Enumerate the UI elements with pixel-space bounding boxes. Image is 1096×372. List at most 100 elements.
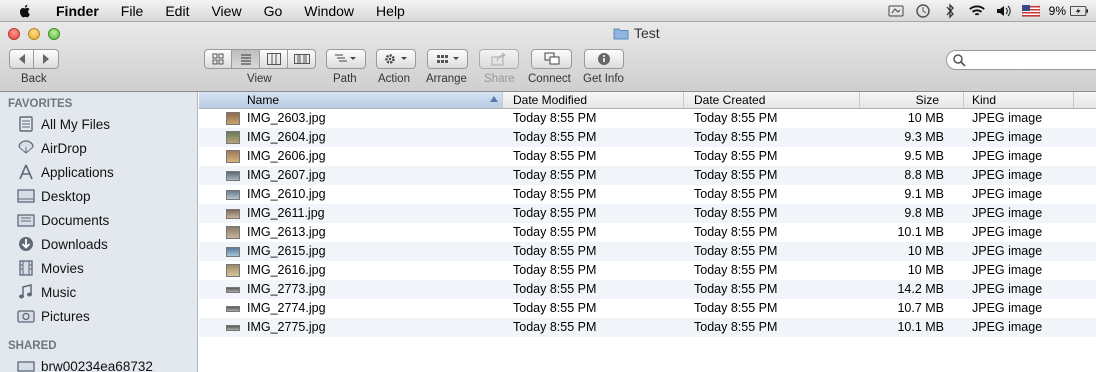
zoom-window-button[interactable] — [48, 28, 60, 40]
file-row[interactable]: IMG_2773.jpg Today 8:55 PM Today 8:55 PM… — [199, 280, 1096, 299]
sidebar-item-music[interactable]: Music — [0, 280, 197, 304]
file-row[interactable]: IMG_2615.jpg Today 8:55 PM Today 8:55 PM… — [199, 242, 1096, 261]
menu-help[interactable]: Help — [365, 0, 416, 22]
file-size: 10 MB — [907, 244, 944, 258]
search-field[interactable] — [946, 50, 1096, 70]
file-size: 10.7 MB — [897, 301, 944, 315]
column-view-button[interactable] — [260, 49, 288, 69]
apple-menu-icon[interactable] — [17, 3, 33, 19]
file-row[interactable]: IMG_2606.jpg Today 8:55 PM Today 8:55 PM… — [199, 147, 1096, 166]
menu-edit[interactable]: Edit — [154, 0, 200, 22]
window-title-text: Test — [634, 25, 660, 41]
sort-ascending-icon — [490, 96, 498, 102]
connect-label: Connect — [528, 73, 571, 85]
column-header-date-created[interactable]: Date Created — [684, 92, 860, 108]
menu-go[interactable]: Go — [253, 0, 294, 22]
path-button[interactable] — [326, 49, 366, 69]
jpeg-file-icon — [226, 287, 240, 293]
file-row[interactable]: IMG_2613.jpg Today 8:55 PM Today 8:55 PM… — [199, 223, 1096, 242]
menu-view[interactable]: View — [200, 0, 252, 22]
file-size: 10 MB — [907, 111, 944, 125]
sidebar-item-applications[interactable]: Applications — [0, 160, 197, 184]
file-row[interactable]: IMG_2610.jpg Today 8:55 PM Today 8:55 PM… — [199, 185, 1096, 204]
file-kind: JPEG image — [972, 206, 1043, 220]
file-date-created: Today 8:55 PM — [694, 282, 778, 296]
sidebar-item-pictures[interactable]: Pictures — [0, 304, 197, 328]
action-button[interactable] — [376, 49, 416, 69]
file-name: IMG_2604.jpg — [247, 130, 326, 144]
close-window-button[interactable] — [8, 28, 20, 40]
file-date-modified: Today 8:55 PM — [513, 187, 597, 201]
get-info-button[interactable] — [584, 49, 624, 69]
sidebar-item-shared-printer[interactable]: brw00234ea68732 — [0, 354, 197, 372]
file-row[interactable]: IMG_2607.jpg Today 8:55 PM Today 8:55 PM… — [199, 166, 1096, 185]
menu-app-finder[interactable]: Finder — [45, 0, 110, 22]
file-name: IMG_2774.jpg — [247, 301, 326, 315]
sidebar-item-movies[interactable]: Movies — [0, 256, 197, 280]
path-group — [326, 49, 366, 69]
volume-icon[interactable] — [995, 3, 1013, 19]
window-toolbar: Test Back View Path Action Arrange Share — [0, 22, 1096, 92]
view-label: View — [247, 73, 272, 85]
column-header-date-modified[interactable]: Date Modified — [503, 92, 684, 108]
file-row[interactable]: IMG_2611.jpg Today 8:55 PM Today 8:55 PM… — [199, 204, 1096, 223]
file-kind: JPEG image — [972, 301, 1043, 315]
share-button[interactable] — [479, 49, 519, 69]
file-name: IMG_2606.jpg — [247, 149, 326, 163]
cover-flow-button[interactable] — [288, 49, 316, 69]
file-size: 14.2 MB — [897, 282, 944, 296]
file-size: 9.3 MB — [904, 130, 944, 144]
sidebar-item-downloads[interactable]: Downloads — [0, 232, 197, 256]
connect-button[interactable] — [531, 49, 572, 69]
column-header-name[interactable]: Name — [199, 92, 503, 108]
sidebar-item-desktop[interactable]: Desktop — [0, 184, 197, 208]
file-row[interactable]: IMG_2616.jpg Today 8:55 PM Today 8:55 PM… — [199, 261, 1096, 280]
path-label: Path — [333, 73, 357, 85]
file-row[interactable]: IMG_2774.jpg Today 8:55 PM Today 8:55 PM… — [199, 299, 1096, 318]
connect-group — [531, 49, 572, 69]
icon-view-button[interactable] — [204, 49, 232, 69]
file-row[interactable]: IMG_2603.jpg Today 8:55 PM Today 8:55 PM… — [199, 109, 1096, 128]
arrange-button[interactable] — [427, 49, 468, 69]
wifi-icon[interactable] — [968, 3, 986, 19]
back-button[interactable] — [9, 49, 34, 69]
file-row[interactable]: IMG_2604.jpg Today 8:55 PM Today 8:55 PM… — [199, 128, 1096, 147]
sidebar-item-all-my-files[interactable]: All My Files — [0, 112, 197, 136]
menu-window[interactable]: Window — [293, 0, 365, 22]
battery-icon[interactable] — [1070, 3, 1088, 19]
file-list: Name Date Modified Date Created Size Kin… — [199, 92, 1096, 372]
file-date-created: Today 8:55 PM — [694, 301, 778, 315]
jpeg-file-icon — [226, 171, 240, 181]
battery-percent[interactable]: 9% — [1049, 4, 1066, 18]
status-area: 9% — [887, 0, 1096, 21]
search-icon — [953, 54, 966, 67]
music-icon — [17, 284, 35, 300]
jpeg-file-icon — [226, 264, 240, 277]
get-info-label: Get Info — [583, 73, 624, 85]
bluetooth-icon[interactable] — [941, 2, 959, 19]
menu-file[interactable]: File — [110, 0, 155, 22]
file-row[interactable]: IMG_2775.jpg Today 8:55 PM Today 8:55 PM… — [199, 318, 1096, 337]
time-machine-icon[interactable] — [914, 3, 932, 19]
list-view-button[interactable] — [232, 49, 260, 69]
sidebar-item-airdrop[interactable]: AirDrop — [0, 136, 197, 160]
share-group — [479, 49, 519, 69]
applications-icon — [17, 164, 35, 180]
arrange-group — [427, 49, 468, 69]
file-date-created: Today 8:55 PM — [694, 320, 778, 334]
forward-button[interactable] — [34, 49, 59, 69]
minimize-window-button[interactable] — [28, 28, 40, 40]
column-header-kind[interactable]: Kind — [964, 92, 1074, 108]
input-flag-icon[interactable] — [1021, 3, 1040, 19]
share-label: Share — [484, 73, 515, 85]
jpeg-file-icon — [226, 247, 240, 257]
sidebar-item-documents[interactable]: Documents — [0, 208, 197, 232]
app-status-icon[interactable] — [887, 3, 905, 19]
connect-server-icon — [544, 52, 559, 65]
file-name: IMG_2613.jpg — [247, 225, 326, 239]
view-mode-group — [204, 49, 316, 69]
sidebar-item-label: Applications — [41, 164, 114, 180]
all-files-icon — [17, 116, 35, 132]
cover-flow-icon — [293, 54, 310, 64]
column-header-size[interactable]: Size — [860, 92, 964, 108]
